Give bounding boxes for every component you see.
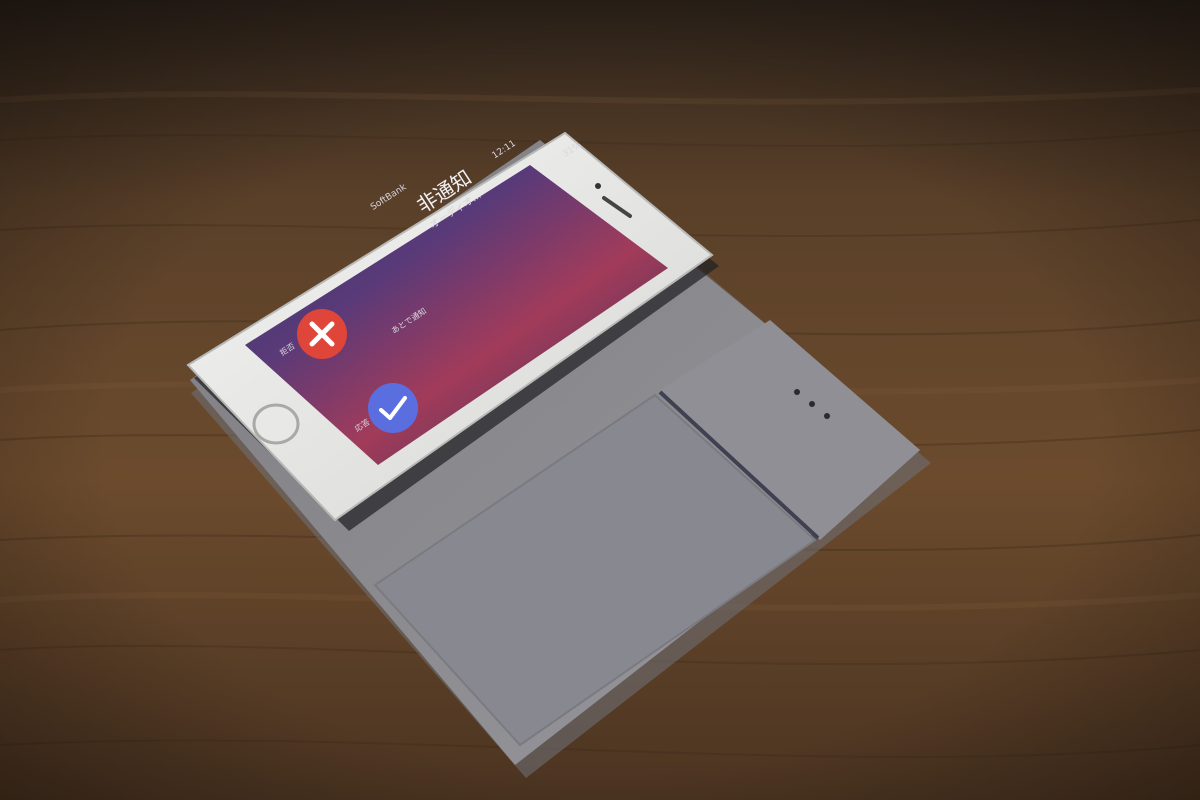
front-camera — [595, 183, 601, 189]
speaker-hole — [809, 401, 815, 407]
phone-on-table-photo: SoftBank 12:11 31% 非通知 オーディオ... あとで通知 拒否 — [0, 0, 1200, 800]
decline-button[interactable] — [297, 309, 347, 359]
accept-button[interactable] — [368, 383, 418, 433]
photo-scene: SoftBank 12:11 31% 非通知 オーディオ... あとで通知 拒否 — [0, 0, 1200, 800]
home-button — [252, 403, 300, 445]
speaker-hole — [824, 413, 830, 419]
speaker-hole — [794, 389, 800, 395]
